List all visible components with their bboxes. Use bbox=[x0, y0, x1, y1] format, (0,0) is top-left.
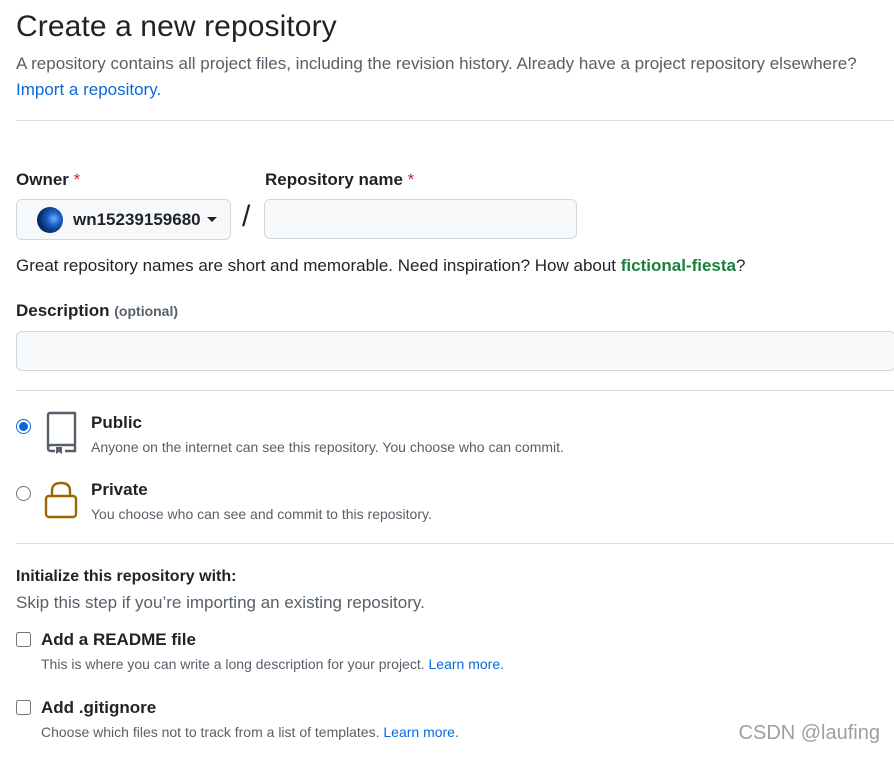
repository-name-input[interactable] bbox=[264, 199, 577, 239]
page-subtitle: A repository contains all project files,… bbox=[16, 51, 894, 103]
private-description: You choose who can see and commit to thi… bbox=[91, 506, 432, 522]
repo-icon bbox=[46, 411, 77, 454]
caret-down-icon bbox=[206, 217, 217, 222]
owner-name: wn15239159680 bbox=[73, 209, 201, 229]
watermark: CSDN @laufing bbox=[738, 722, 880, 744]
public-description: Anyone on the internet can see this repo… bbox=[91, 439, 564, 455]
required-mark: * bbox=[73, 170, 81, 189]
repository-name-label: Repository name * bbox=[265, 170, 414, 190]
add-readme-description: This is where you can write a long descr… bbox=[41, 656, 504, 672]
divider bbox=[16, 120, 894, 121]
lock-icon bbox=[44, 481, 78, 519]
optional-tag: (optional) bbox=[114, 303, 179, 319]
add-gitignore-description: Choose which files not to track from a l… bbox=[41, 724, 459, 740]
import-repository-link[interactable]: Import a repository. bbox=[16, 80, 161, 99]
readme-learn-more-link[interactable]: Learn more. bbox=[429, 656, 504, 672]
add-gitignore-checkbox[interactable] bbox=[16, 700, 31, 715]
name-hint-suffix: ? bbox=[736, 256, 746, 275]
public-radio[interactable] bbox=[16, 419, 31, 434]
subtitle-text: A repository contains all project files,… bbox=[16, 54, 857, 73]
divider bbox=[16, 390, 894, 391]
description-input[interactable] bbox=[16, 331, 894, 371]
name-hint-text: Great repository names are short and mem… bbox=[16, 256, 621, 275]
owner-label: Owner * bbox=[16, 170, 80, 190]
private-radio[interactable] bbox=[16, 486, 31, 501]
page-title: Create a new repository bbox=[16, 10, 337, 43]
initialize-title: Initialize this repository with: bbox=[16, 568, 237, 585]
add-readme-desc-text: This is where you can write a long descr… bbox=[41, 656, 425, 672]
divider bbox=[16, 543, 894, 544]
initialize-description: Skip this step if you’re importing an ex… bbox=[16, 593, 425, 612]
repository-name-label-text: Repository name bbox=[265, 170, 403, 189]
gitignore-learn-more-link[interactable]: Learn more. bbox=[383, 724, 458, 740]
add-readme-title: Add a README file bbox=[41, 630, 196, 649]
description-label-text: Description bbox=[16, 301, 110, 320]
name-hint: Great repository names are short and mem… bbox=[16, 256, 745, 276]
public-title: Public bbox=[91, 413, 143, 432]
add-gitignore-desc-text: Choose which files not to track from a l… bbox=[41, 724, 380, 740]
add-readme-checkbox[interactable] bbox=[16, 632, 31, 647]
name-suggestion[interactable]: fictional-fiesta bbox=[621, 256, 736, 275]
description-label: Description (optional) bbox=[16, 301, 178, 321]
required-mark: * bbox=[407, 170, 415, 189]
private-title: Private bbox=[91, 480, 148, 499]
avatar bbox=[37, 206, 63, 233]
owner-dropdown[interactable]: wn15239159680 bbox=[16, 199, 231, 240]
owner-label-text: Owner bbox=[16, 170, 69, 189]
owner-repo-separator: / bbox=[242, 200, 251, 233]
add-gitignore-title: Add .gitignore bbox=[41, 698, 157, 717]
